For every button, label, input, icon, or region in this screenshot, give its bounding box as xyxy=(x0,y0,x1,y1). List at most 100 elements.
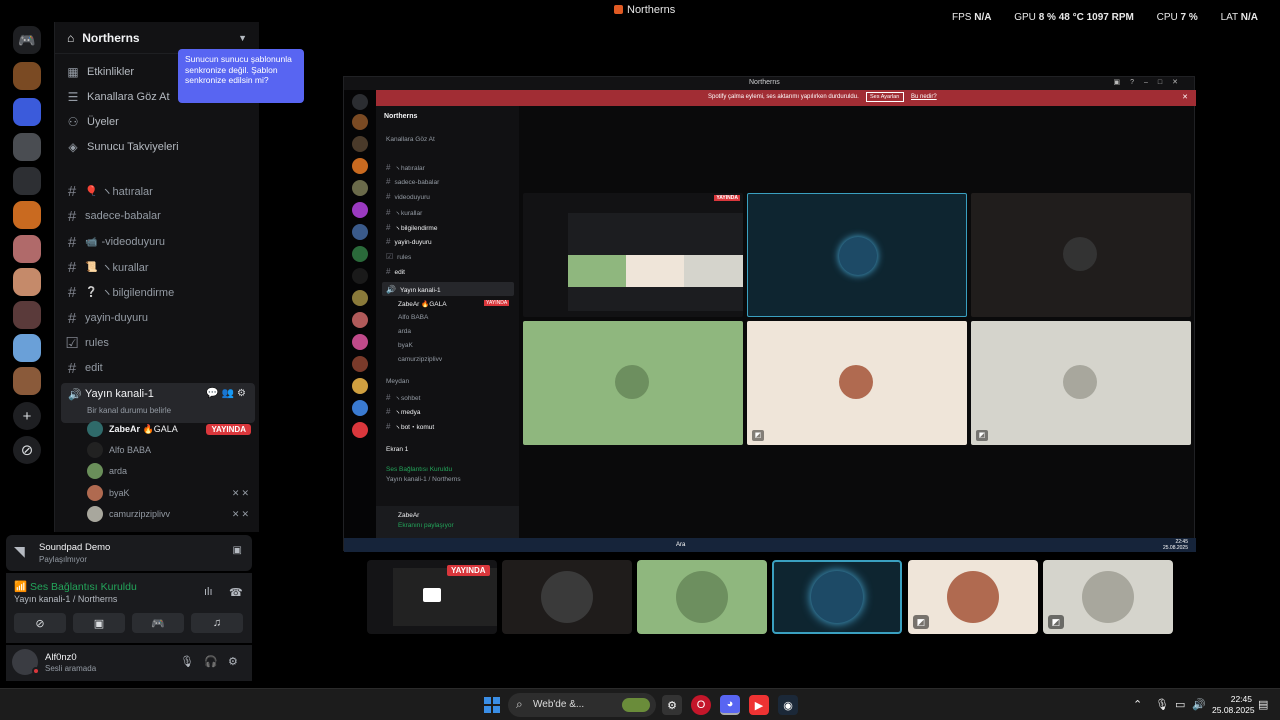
template-sync-tooltip[interactable]: Sunucun sunucu şablonunla senkronize değ… xyxy=(178,49,304,103)
mini-server-icon xyxy=(352,136,368,152)
tray-microphone-icon[interactable]: 🎙 xyxy=(1155,698,1169,711)
channel-edit[interactable]: # edit xyxy=(65,357,251,379)
direct-messages-icon[interactable]: 🎮 xyxy=(13,26,41,54)
windows-start-icon[interactable] xyxy=(484,697,500,713)
chevron-down-icon[interactable]: ▼ xyxy=(238,33,247,43)
stream-server-rail xyxy=(344,90,376,538)
taskbar-app-youtube-icon[interactable]: ▶ xyxy=(749,695,769,715)
channel-yayin-duyuru[interactable]: # yayin-duyuru xyxy=(65,307,251,329)
microphone-icon[interactable]: 🎙 xyxy=(180,655,194,668)
mini-server-icon xyxy=(352,400,368,416)
search-icon: ⌕ xyxy=(516,697,523,711)
server-icon-blue[interactable] xyxy=(13,98,41,126)
participant-tile-dark[interactable] xyxy=(502,560,632,634)
channel-sadece-babalar[interactable]: # sadece-babalar xyxy=(65,205,251,227)
nav-members[interactable]: ⚇ Üyeler xyxy=(65,111,251,133)
server-icon-6[interactable] xyxy=(13,235,41,263)
activities-button[interactable]: 🎮 xyxy=(132,613,184,633)
channels-icon: ☰ xyxy=(67,90,79,104)
camera-off-button[interactable]: ⊘ xyxy=(14,613,66,633)
voice-user-arda[interactable]: arda xyxy=(87,461,251,481)
headphones-icon[interactable]: 🎧 xyxy=(204,655,218,668)
avatar xyxy=(87,485,103,501)
taskbar-app-hwinfo-icon[interactable]: ⚙ xyxy=(662,695,682,715)
tray-network-icon[interactable]: ▭ xyxy=(1175,698,1185,711)
mini-server-icon xyxy=(352,158,368,174)
channel-status-placeholder[interactable]: Bir kanal durumu belirle xyxy=(87,406,171,415)
server-icon-8[interactable] xyxy=(13,301,41,329)
audio-settings-button[interactable]: Ses Ayarları xyxy=(866,92,904,102)
tray-chevron-up-icon[interactable]: ⌃ xyxy=(1133,698,1142,711)
taskbar-app-discord-icon[interactable]: ◕ xyxy=(720,695,740,715)
participant-tile-speaking[interactable] xyxy=(772,560,902,634)
channel-rules[interactable]: ☑ rules xyxy=(65,332,251,354)
mini-server-icon xyxy=(352,378,368,394)
stream-tile-dark[interactable] xyxy=(971,193,1191,317)
stream-taskbar: Ara 22:45 25.08.2025 xyxy=(344,538,1196,552)
stream-tile-green[interactable] xyxy=(523,321,743,445)
settings-gear-icon[interactable]: ⚙ xyxy=(228,655,238,668)
participant-tile-screenshare[interactable]: YAYINDA xyxy=(367,560,497,634)
server-icon-10[interactable] xyxy=(13,367,41,395)
voice-user-alfo-baba[interactable]: Alfo BABA xyxy=(87,440,251,460)
server-icon-7[interactable] xyxy=(13,268,41,296)
server-icon-northerns[interactable] xyxy=(13,62,41,90)
hash-icon: # xyxy=(67,258,77,276)
voice-user-zabear[interactable]: ZabeAr 🔥GALA YAYINDA xyxy=(87,419,251,439)
mini-server-icon xyxy=(352,94,368,110)
disconnect-icon[interactable]: ☎ xyxy=(229,586,243,599)
server-icon-3[interactable] xyxy=(13,133,41,161)
soundboard-button[interactable]: ♫ xyxy=(191,613,243,633)
voice-user-camurzipziplivv[interactable]: camurzipziplivv ✕✕ xyxy=(87,504,251,524)
mini-server-icon xyxy=(352,246,368,262)
hash-icon: # xyxy=(67,309,77,327)
voice-user-byak[interactable]: byaK ✕✕ xyxy=(87,483,251,503)
add-server-icon[interactable]: + xyxy=(13,402,41,430)
server-icon-4[interactable] xyxy=(13,167,41,195)
server-icon-9[interactable] xyxy=(13,334,41,362)
live-badge: YAYINDA xyxy=(447,565,490,576)
shared-screen-stream[interactable]: Northerns ▣?–□✕ Spotify çalma eylemi, se… xyxy=(343,76,1196,552)
what-is-this-link[interactable]: Bu nedir? xyxy=(911,94,937,100)
mini-server-icon xyxy=(352,180,368,196)
calendar-icon: ▦ xyxy=(67,65,79,79)
muted-deafened-icon: ✕✕ xyxy=(231,508,251,519)
signal-icon: 📶 Ses Bağlantısı Kuruldu xyxy=(14,581,137,593)
noise-suppression-icon[interactable]: ılı xyxy=(204,586,213,598)
close-icon[interactable]: ✕ xyxy=(1182,93,1188,101)
share-screen-icon[interactable]: ▣ xyxy=(233,545,242,556)
participant-tile-green[interactable] xyxy=(637,560,767,634)
avatar xyxy=(87,506,103,522)
tray-volume-icon[interactable]: 🔊 xyxy=(1192,698,1206,711)
taskbar-app-opera-icon[interactable]: O xyxy=(691,695,711,715)
nav-server-boosts[interactable]: ◈ Sunucu Takviyeleri xyxy=(65,136,251,158)
app-logo-icon xyxy=(614,5,623,14)
stream-tile-grey[interactable]: ◩ xyxy=(971,321,1191,445)
stream-share-icon: ◩ xyxy=(752,430,764,441)
stream-tile-speaking[interactable] xyxy=(747,193,967,317)
stream-tile-screenshare[interactable]: YAYINDA xyxy=(523,193,743,317)
server-icon-5[interactable] xyxy=(13,201,41,229)
hash-icon: # xyxy=(67,359,77,377)
stream-tile-cream[interactable]: ◩ xyxy=(747,321,967,445)
discover-icon[interactable]: ⊘ xyxy=(13,436,41,464)
voice-channel-yayin-kanali-1[interactable]: 🔊 Yayın kanali-1 Bir kanal durumu belirl… xyxy=(61,383,255,423)
window-title: Northerns xyxy=(614,4,675,16)
taskbar-clock[interactable]: 22:45 25.08.2025 xyxy=(1212,694,1255,716)
channel-bilgilendirme[interactable]: # ❔ ヽbilgilendirme xyxy=(65,281,251,303)
stream-window-titlebar: Northerns ▣?–□✕ xyxy=(344,77,1194,90)
voice-channel-actions[interactable]: 💬👥⚙ xyxy=(206,388,249,399)
notification-icon[interactable]: ▤ xyxy=(1258,698,1268,711)
server-name: Northerns xyxy=(82,30,140,45)
channel-videoduyuru[interactable]: # 📹 -videoduyuru xyxy=(65,231,251,253)
participant-tile-grey[interactable]: ◩ xyxy=(1043,560,1173,634)
live-badge: YAYINDA xyxy=(206,423,251,435)
channel-kurallar[interactable]: # 📜 ヽkurallar xyxy=(65,256,251,278)
avatar xyxy=(87,463,103,479)
taskbar-search[interactable]: ⌕ Web'de &... xyxy=(508,693,656,717)
taskbar-app-steam-icon[interactable]: ◉ xyxy=(778,695,798,715)
channel-hatiralar[interactable]: # 🎈 ヽhatıralar xyxy=(65,180,251,202)
speaker-icon: 🔊 xyxy=(68,389,82,401)
screen-share-button[interactable]: ▣ xyxy=(73,613,125,633)
participant-tile-cream[interactable]: ◩ xyxy=(908,560,1038,634)
